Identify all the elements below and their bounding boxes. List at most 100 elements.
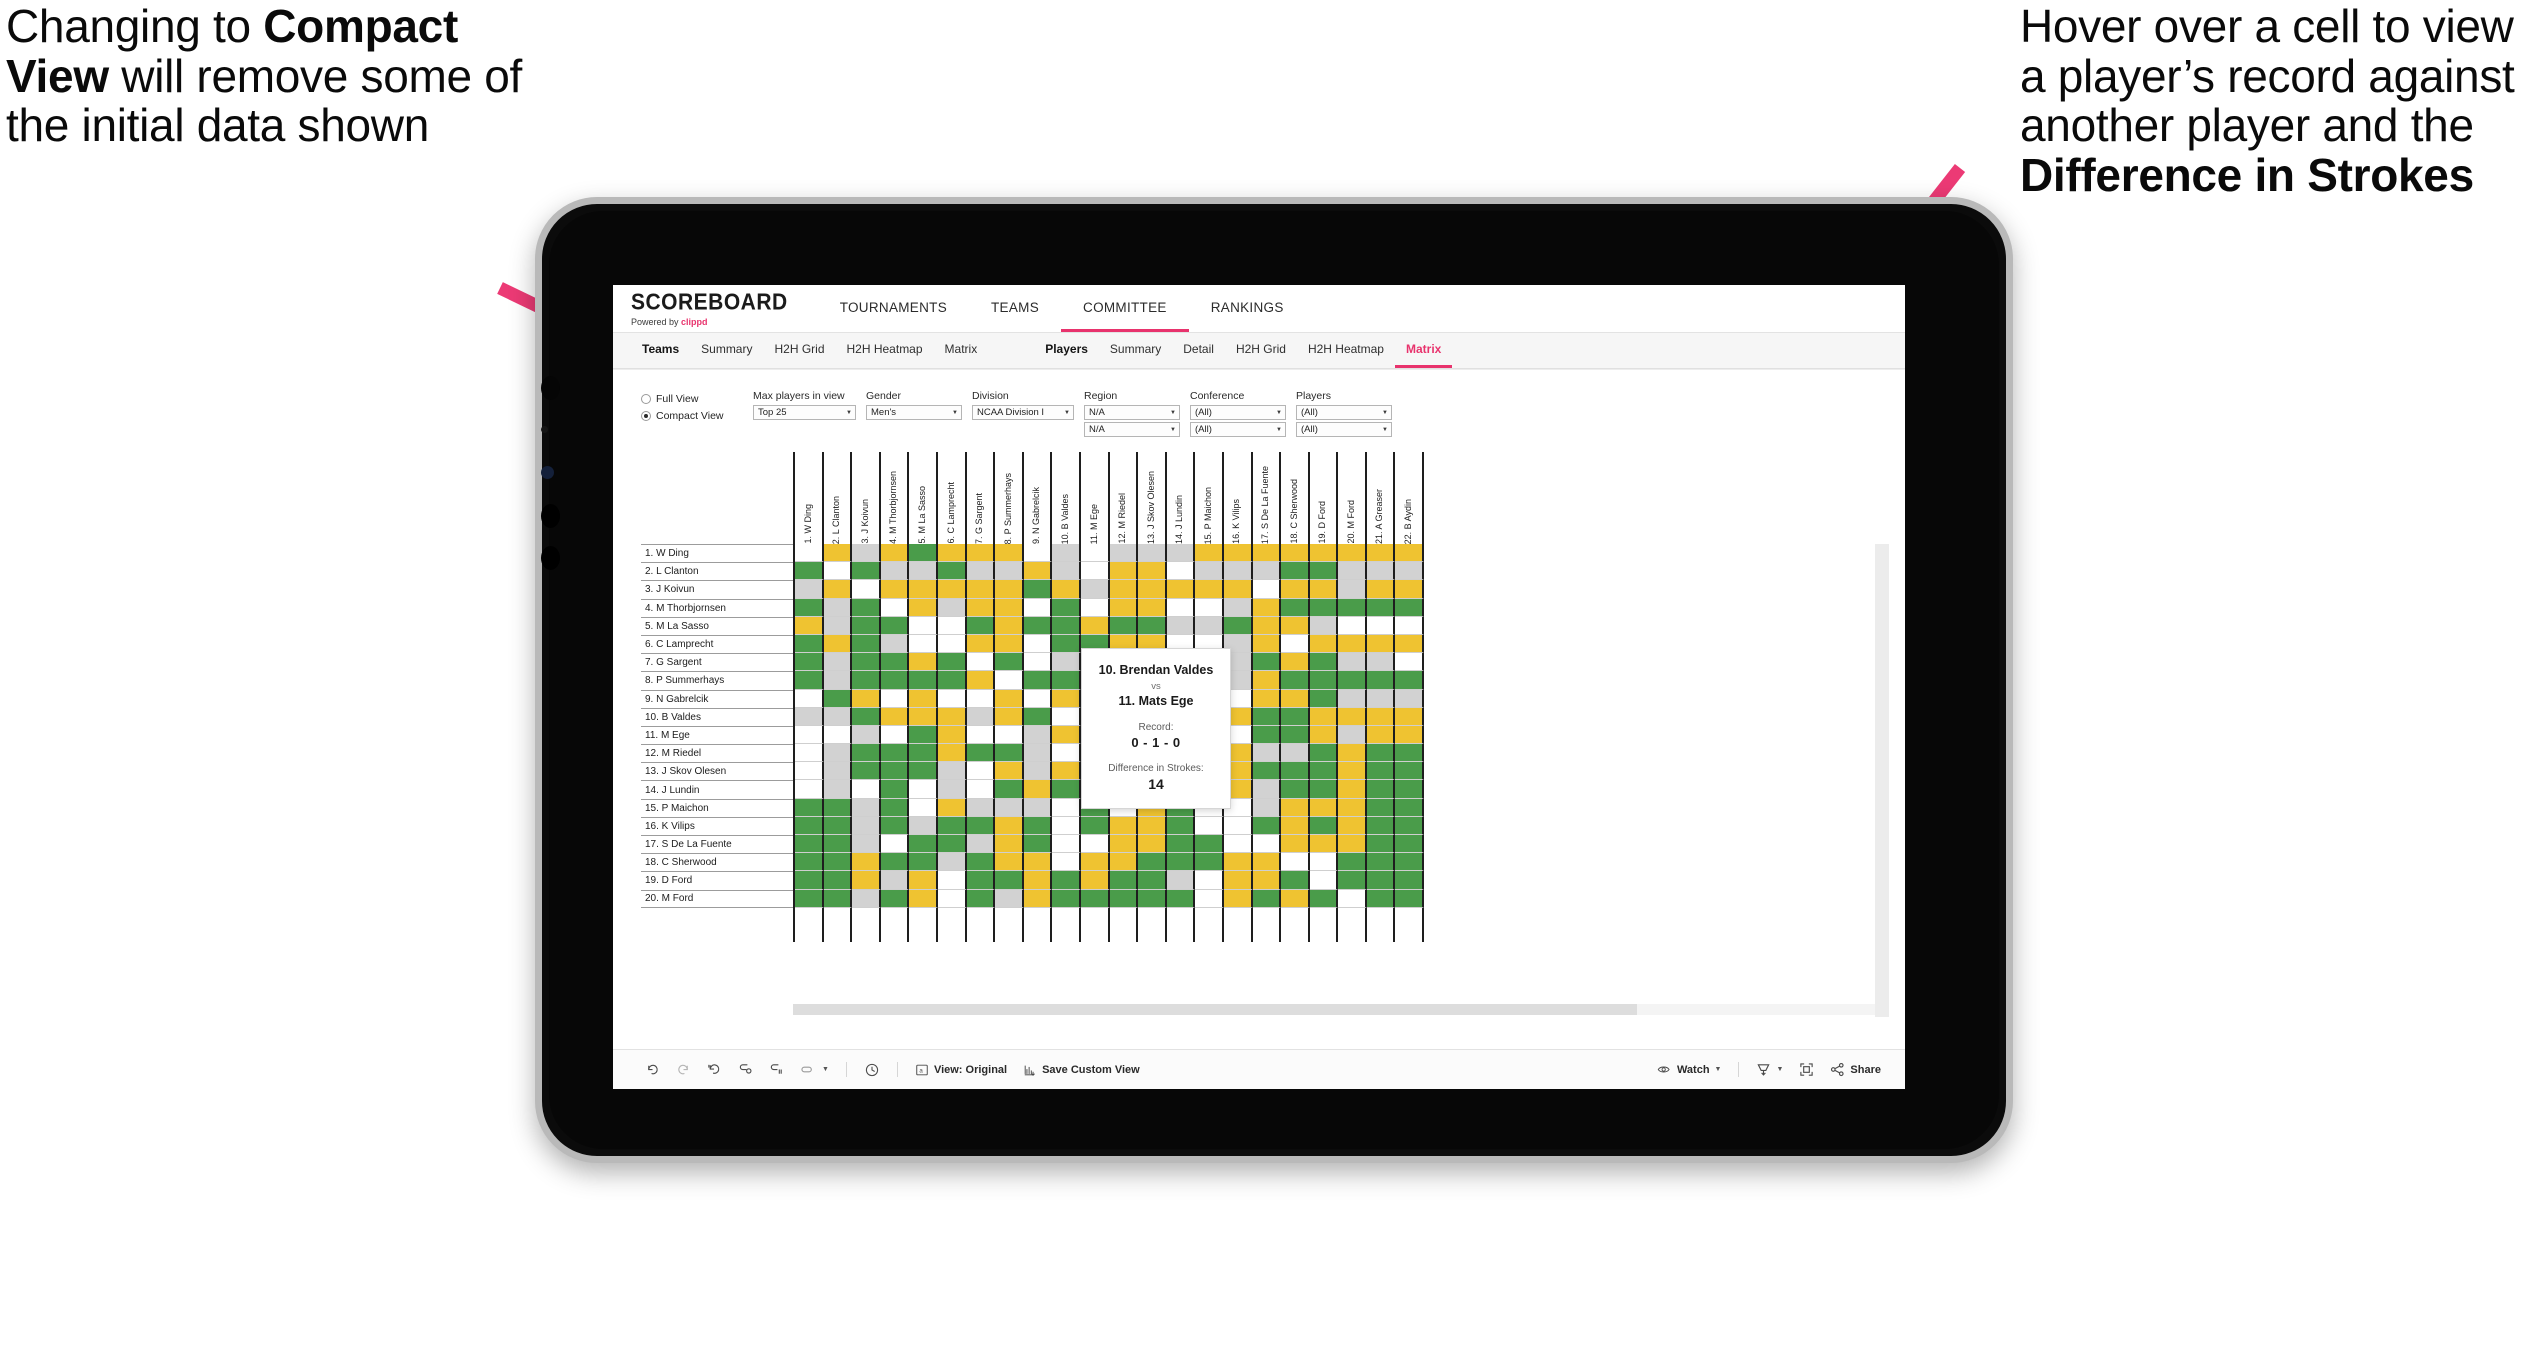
matrix-cell[interactable] bbox=[1395, 634, 1425, 654]
matrix-cell[interactable] bbox=[1252, 598, 1282, 617]
matrix-cell[interactable] bbox=[1252, 744, 1282, 763]
matrix-cell[interactable] bbox=[1223, 835, 1253, 854]
matrix-cell[interactable] bbox=[995, 562, 1024, 581]
matrix-cell[interactable] bbox=[995, 889, 1024, 908]
matrix-cell[interactable] bbox=[1281, 653, 1310, 672]
matrix-cell[interactable] bbox=[995, 671, 1024, 690]
matrix-column-header[interactable]: 5. M La Sasso bbox=[909, 452, 938, 544]
matrix-cell[interactable] bbox=[823, 707, 853, 726]
matrix-row-header[interactable]: 19. D Ford bbox=[641, 871, 793, 889]
matrix-cell[interactable] bbox=[1080, 544, 1110, 563]
matrix-cell[interactable] bbox=[795, 853, 824, 872]
redo-button[interactable] bbox=[668, 1062, 699, 1077]
matrix-cell[interactable] bbox=[995, 835, 1024, 854]
matrix-cell[interactable] bbox=[995, 780, 1024, 799]
matrix-cell[interactable] bbox=[1109, 598, 1139, 617]
matrix-cell[interactable] bbox=[1052, 762, 1081, 781]
matrix-cell[interactable] bbox=[1195, 871, 1224, 890]
matrix-cell[interactable] bbox=[1281, 598, 1310, 617]
matrix-cell[interactable] bbox=[1366, 780, 1396, 799]
matrix-cell[interactable] bbox=[1281, 871, 1310, 890]
matrix-cell[interactable] bbox=[1309, 871, 1339, 890]
matrix-cell[interactable] bbox=[823, 562, 853, 581]
matrix-cell[interactable] bbox=[1366, 544, 1396, 563]
matrix-cell[interactable] bbox=[1281, 725, 1310, 745]
matrix-cell[interactable] bbox=[880, 853, 910, 872]
matrix-cell[interactable] bbox=[995, 725, 1024, 745]
matrix-cell[interactable] bbox=[937, 689, 967, 708]
matrix-cell[interactable] bbox=[1109, 853, 1139, 872]
matrix-cell[interactable] bbox=[795, 798, 824, 817]
matrix-row-header[interactable]: 18. C Sherwood bbox=[641, 853, 793, 871]
device-button-power[interactable] bbox=[541, 546, 560, 570]
matrix-column-header[interactable]: 6. C Lamprecht bbox=[938, 452, 967, 544]
matrix-cell[interactable] bbox=[795, 762, 824, 781]
matrix-cell[interactable] bbox=[1252, 671, 1282, 690]
matrix-cell[interactable] bbox=[1366, 598, 1396, 617]
matrix-column-header[interactable]: 20. M Ford bbox=[1338, 452, 1367, 544]
filter-division-select[interactable]: NCAA Division I ▼ bbox=[972, 405, 1074, 420]
matrix-cell[interactable] bbox=[852, 744, 881, 763]
matrix-cell[interactable] bbox=[1366, 871, 1396, 890]
matrix-cell[interactable] bbox=[1281, 616, 1310, 635]
matrix-cell[interactable] bbox=[852, 634, 881, 654]
matrix-cell[interactable] bbox=[823, 871, 853, 890]
matrix-cell[interactable] bbox=[1166, 889, 1196, 908]
matrix-cell[interactable] bbox=[1366, 634, 1396, 654]
matrix-cell[interactable] bbox=[1166, 544, 1196, 563]
matrix-row-header[interactable]: 13. J Skov Olesen bbox=[641, 762, 793, 780]
matrix-cell[interactable] bbox=[1109, 889, 1139, 908]
matrix-cell[interactable] bbox=[1080, 835, 1110, 854]
matrix-column-header[interactable]: 8. P Summerhays bbox=[995, 452, 1024, 544]
matrix-cell[interactable] bbox=[1052, 816, 1081, 835]
matrix-cell[interactable] bbox=[1338, 871, 1367, 890]
matrix-cell[interactable] bbox=[795, 544, 824, 563]
matrix-cell[interactable] bbox=[1138, 853, 1167, 872]
matrix-cell[interactable] bbox=[1223, 853, 1253, 872]
matrix-cell[interactable] bbox=[1309, 689, 1339, 708]
matrix-cell[interactable] bbox=[1309, 598, 1339, 617]
matrix-cell[interactable] bbox=[823, 798, 853, 817]
save-custom-view-button[interactable]: Save Custom View bbox=[1015, 1063, 1148, 1077]
matrix-cell[interactable] bbox=[852, 816, 881, 835]
matrix-column-header[interactable]: 18. C Sherwood bbox=[1281, 452, 1310, 544]
matrix-cell[interactable] bbox=[823, 544, 853, 563]
matrix-cell[interactable] bbox=[1338, 562, 1367, 581]
matrix-cell[interactable] bbox=[852, 671, 881, 690]
matrix-cell[interactable] bbox=[852, 780, 881, 799]
matrix-cell[interactable] bbox=[966, 562, 996, 581]
matrix-cell[interactable] bbox=[909, 798, 938, 817]
matrix-cell[interactable] bbox=[1281, 562, 1310, 581]
matrix-cell[interactable] bbox=[937, 798, 967, 817]
matrix-cell[interactable] bbox=[1023, 598, 1053, 617]
matrix-cell[interactable] bbox=[995, 816, 1024, 835]
matrix-cell[interactable] bbox=[823, 671, 853, 690]
matrix-cell[interactable] bbox=[795, 780, 824, 799]
matrix-cell[interactable] bbox=[909, 562, 938, 581]
matrix-cell[interactable] bbox=[1080, 598, 1110, 617]
matrix-cell[interactable] bbox=[1023, 653, 1053, 672]
tab-players-matrix[interactable]: Matrix bbox=[1394, 333, 1453, 368]
matrix-cell[interactable] bbox=[1052, 598, 1081, 617]
matrix-cell[interactable] bbox=[937, 762, 967, 781]
matrix-cell[interactable] bbox=[1281, 798, 1310, 817]
matrix-cell[interactable] bbox=[966, 707, 996, 726]
matrix-cell[interactable] bbox=[1252, 562, 1282, 581]
matrix-cell[interactable] bbox=[1366, 762, 1396, 781]
matrix-cell[interactable] bbox=[966, 853, 996, 872]
matrix-cell[interactable] bbox=[937, 671, 967, 690]
matrix-cell[interactable] bbox=[1281, 853, 1310, 872]
matrix-cell[interactable] bbox=[1052, 689, 1081, 708]
matrix-cell[interactable] bbox=[1309, 725, 1339, 745]
matrix-cell[interactable] bbox=[1166, 598, 1196, 617]
horizontal-scrollbar-thumb[interactable] bbox=[793, 1004, 1637, 1015]
matrix-cell[interactable] bbox=[852, 616, 881, 635]
matrix-cell[interactable] bbox=[1281, 544, 1310, 563]
matrix-cell[interactable] bbox=[1395, 871, 1425, 890]
matrix-cell[interactable] bbox=[1023, 634, 1053, 654]
pause-auto-update-button[interactable] bbox=[856, 1062, 888, 1078]
matrix-cell[interactable] bbox=[937, 889, 967, 908]
matrix-cell[interactable] bbox=[995, 871, 1024, 890]
matrix-cell[interactable] bbox=[1223, 871, 1253, 890]
matrix-cell[interactable] bbox=[823, 634, 853, 654]
